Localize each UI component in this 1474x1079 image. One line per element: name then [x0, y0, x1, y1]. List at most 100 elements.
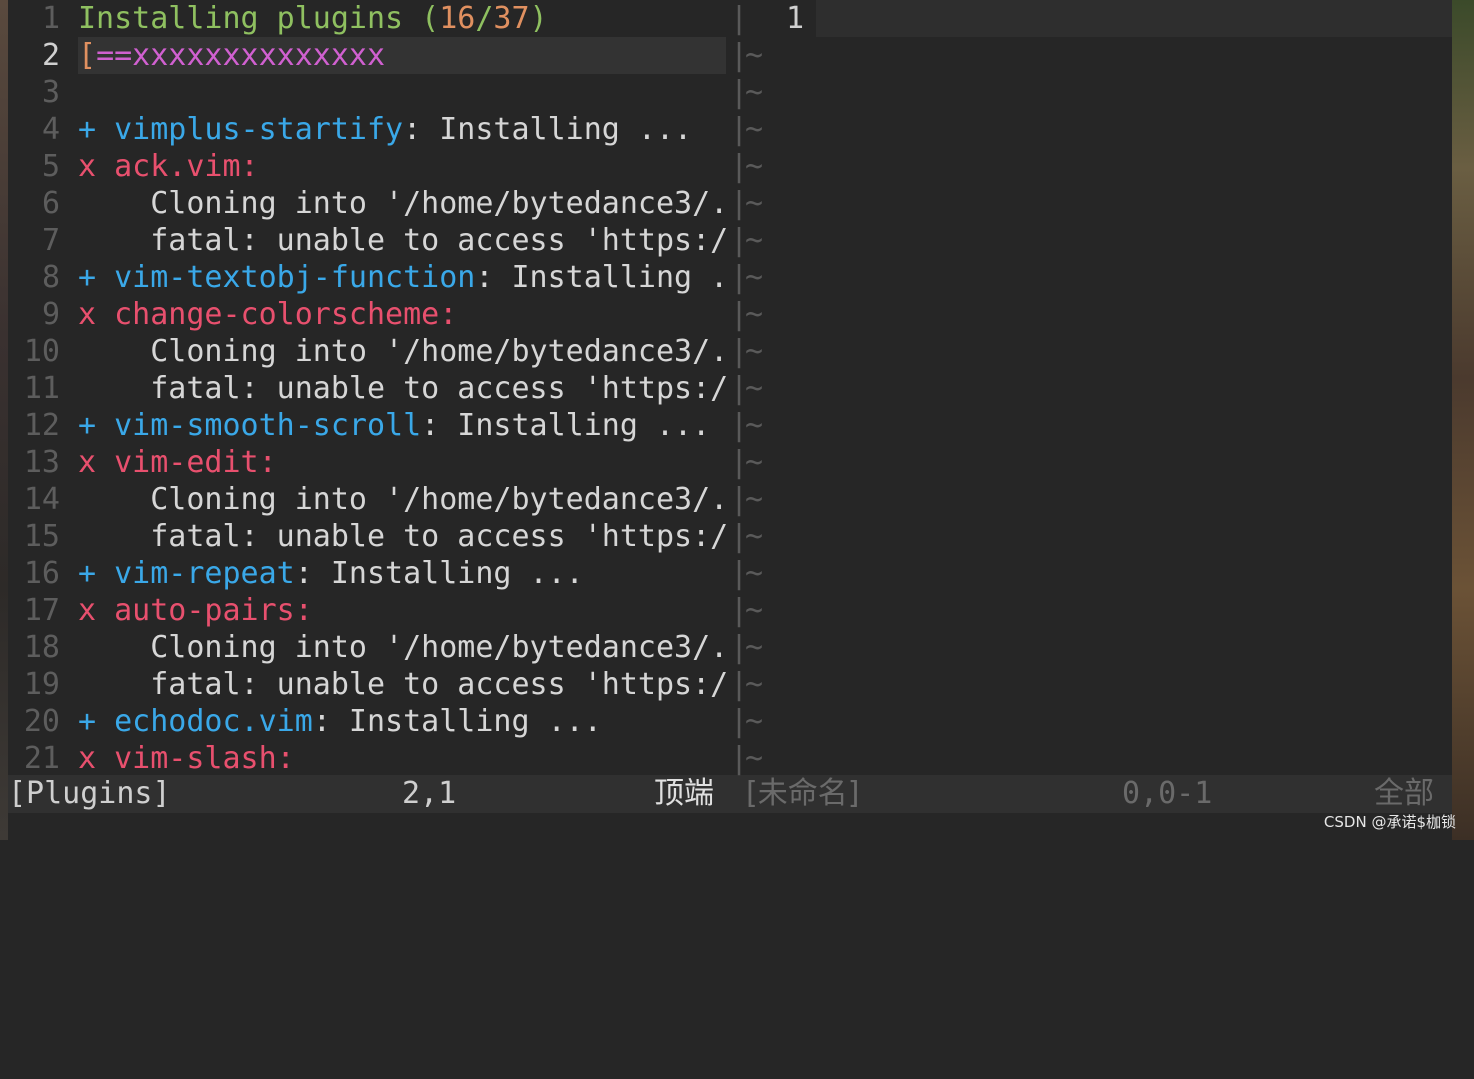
- line-content: + echodoc.vim: Installing ...: [78, 703, 602, 740]
- empty-line-tilde: ~: [745, 297, 764, 332]
- split-divider-char: |: [730, 445, 749, 480]
- line-content: + vimplus-startify: Installing ...: [78, 111, 692, 148]
- command-line[interactable]: [8, 813, 1452, 840]
- line-number: 1: [41, 1, 60, 36]
- text-segment: ==xxxxxxxxxxxxxx: [96, 38, 386, 73]
- desktop-background-right: [1452, 0, 1474, 840]
- text-segment: vim-smooth-scroll: [114, 408, 422, 443]
- empty-line-tilde: ~: [745, 260, 764, 295]
- split-divider-char: |: [730, 149, 749, 184]
- editor-line[interactable]: 7 fatal: unable to access 'https:/: [8, 222, 730, 259]
- empty-line-tilde: ~: [745, 630, 764, 665]
- line-number: 4: [41, 112, 60, 147]
- empty-line-tilde: ~: [745, 445, 764, 480]
- empty-line-tilde: ~: [745, 75, 764, 110]
- editor-line[interactable]: 6 Cloning into '/home/bytedance3/.: [8, 185, 730, 222]
- text-segment: +: [78, 556, 115, 591]
- text-segment: : Installing ...: [312, 704, 602, 739]
- editor-line[interactable]: 20 + echodoc.vim: Installing ...: [8, 703, 730, 740]
- text-segment: Cloning into '/home/bytedance3/.: [78, 630, 729, 665]
- empty-line-tilde: ~: [745, 556, 764, 591]
- line-content: fatal: unable to access 'https:/: [78, 518, 728, 555]
- line-number: 21: [23, 741, 60, 774]
- editor-line[interactable]: 14 Cloning into '/home/bytedance3/.: [8, 481, 730, 518]
- line-content: x ack.vim:: [78, 148, 259, 185]
- text-segment: x: [78, 593, 115, 628]
- line-number: 19: [23, 667, 60, 702]
- editor-line[interactable]: 10 Cloning into '/home/bytedance3/.: [8, 333, 730, 370]
- split-divider-char: |: [730, 334, 749, 369]
- left-buffer-name: [Plugins]: [8, 776, 171, 811]
- line-number: 11: [23, 371, 60, 406]
- text-segment: change-colorscheme:: [114, 297, 458, 332]
- line-content: x auto-pairs:: [78, 592, 313, 629]
- empty-line-tilde: ~: [745, 149, 764, 184]
- empty-line-tilde: ~: [745, 667, 764, 702]
- line-number: 15: [23, 519, 60, 554]
- editor-line[interactable]: 2 [==xxxxxxxxxxxxxx: [8, 37, 730, 74]
- split-divider-char: |: [730, 593, 749, 628]
- line-content: + vim-smooth-scroll: Installing ...: [78, 407, 710, 444]
- editor-line[interactable]: 16 + vim-repeat: Installing ...: [8, 555, 730, 592]
- vim-terminal-window[interactable]: 1 Installing plugins (16/37) 2 [==xxxxxxxxx…: [8, 0, 1452, 840]
- empty-line-tilde: ~: [745, 704, 764, 739]
- text-segment: +: [78, 408, 115, 443]
- split-divider-char: |: [730, 667, 749, 702]
- split-divider-char: |: [730, 482, 749, 517]
- line-number: 1: [786, 1, 805, 36]
- editor-line[interactable]: 9x change-colorscheme:: [8, 296, 730, 333]
- text-segment: ack.vim:: [114, 149, 259, 184]
- line-content: x vim-slash:: [78, 740, 295, 774]
- text-segment: : Installing ...: [403, 112, 693, 147]
- watermark: CSDN @承诺$枷锁: [1323, 813, 1456, 831]
- editor-line[interactable]: 18 Cloning into '/home/bytedance3/.: [8, 629, 730, 666]
- editor-line[interactable]: 5x ack.vim:: [8, 148, 730, 185]
- editor-line[interactable]: 11 fatal: unable to access 'https:/: [8, 370, 730, 407]
- text-segment: : Installing ...: [294, 556, 584, 591]
- line-number: 7: [41, 223, 60, 258]
- editor-line[interactable]: 17 x auto-pairs:: [8, 592, 730, 629]
- empty-line-tilde: ~: [745, 482, 764, 517]
- split-divider-char: |: [730, 408, 749, 443]
- editor-line[interactable]: 8 + vim-textobj-function: Installing .: [8, 259, 730, 296]
- empty-line-tilde: ~: [745, 519, 764, 554]
- empty-line-tilde: ~: [745, 38, 764, 73]
- line-number: 8: [41, 260, 60, 295]
- text-segment: vim-repeat: [114, 556, 295, 591]
- editor-line[interactable]: 13 x vim-edit:: [8, 444, 730, 481]
- text-segment: : Installing ...: [421, 408, 711, 443]
- empty-line-tilde: ~: [745, 371, 764, 406]
- editor-line[interactable]: 19 fatal: unable to access 'https:/: [8, 666, 730, 703]
- editor-line[interactable]: 15 fatal: unable to access 'https:/: [8, 518, 730, 555]
- line-number: 3: [41, 75, 60, 110]
- text-segment: 16: [439, 1, 476, 36]
- line-content: + vim-repeat: Installing ...: [78, 555, 584, 592]
- text-segment: auto-pairs:: [114, 593, 313, 628]
- unnamed-buffer-pane[interactable]: 1: [746, 0, 1452, 774]
- line-number: 6: [41, 186, 60, 221]
- line-number: 16: [23, 556, 60, 591]
- line-number: 14: [23, 482, 60, 517]
- split-divider-char: |: [730, 223, 749, 258]
- line-number: 18: [23, 630, 60, 665]
- text-segment: /: [475, 1, 494, 36]
- left-cursor-position: 2,1: [402, 776, 457, 811]
- editor-line[interactable]: 3: [8, 74, 730, 111]
- line-number: 13: [23, 445, 60, 480]
- editor-line[interactable]: 1 Installing plugins (16/37): [8, 0, 730, 37]
- editor-line[interactable]: 21 x vim-slash:: [8, 740, 730, 774]
- text-segment: Cloning into '/home/bytedance3/.: [78, 334, 729, 369]
- line-number: 9: [41, 297, 60, 332]
- split-divider-char: |: [730, 1, 749, 36]
- text-segment: x: [78, 445, 115, 480]
- desktop-background-left: [0, 0, 8, 840]
- editor-line[interactable]: 4 + vimplus-startify: Installing ...: [8, 111, 730, 148]
- line-content: Installing plugins (16/37): [78, 0, 548, 37]
- text-segment: fatal: unable to access 'https:/: [78, 223, 729, 258]
- text-segment: : Installing .: [475, 260, 729, 295]
- split-divider-char: |: [730, 704, 749, 739]
- empty-line-tilde: ~: [745, 186, 764, 221]
- line-content: [==xxxxxxxxxxxxxx: [78, 37, 385, 74]
- editor-line[interactable]: 12 + vim-smooth-scroll: Installing ...: [8, 407, 730, 444]
- plugin-install-pane[interactable]: 1 Installing plugins (16/37) 2 [==xxxxxxxxx…: [8, 0, 730, 774]
